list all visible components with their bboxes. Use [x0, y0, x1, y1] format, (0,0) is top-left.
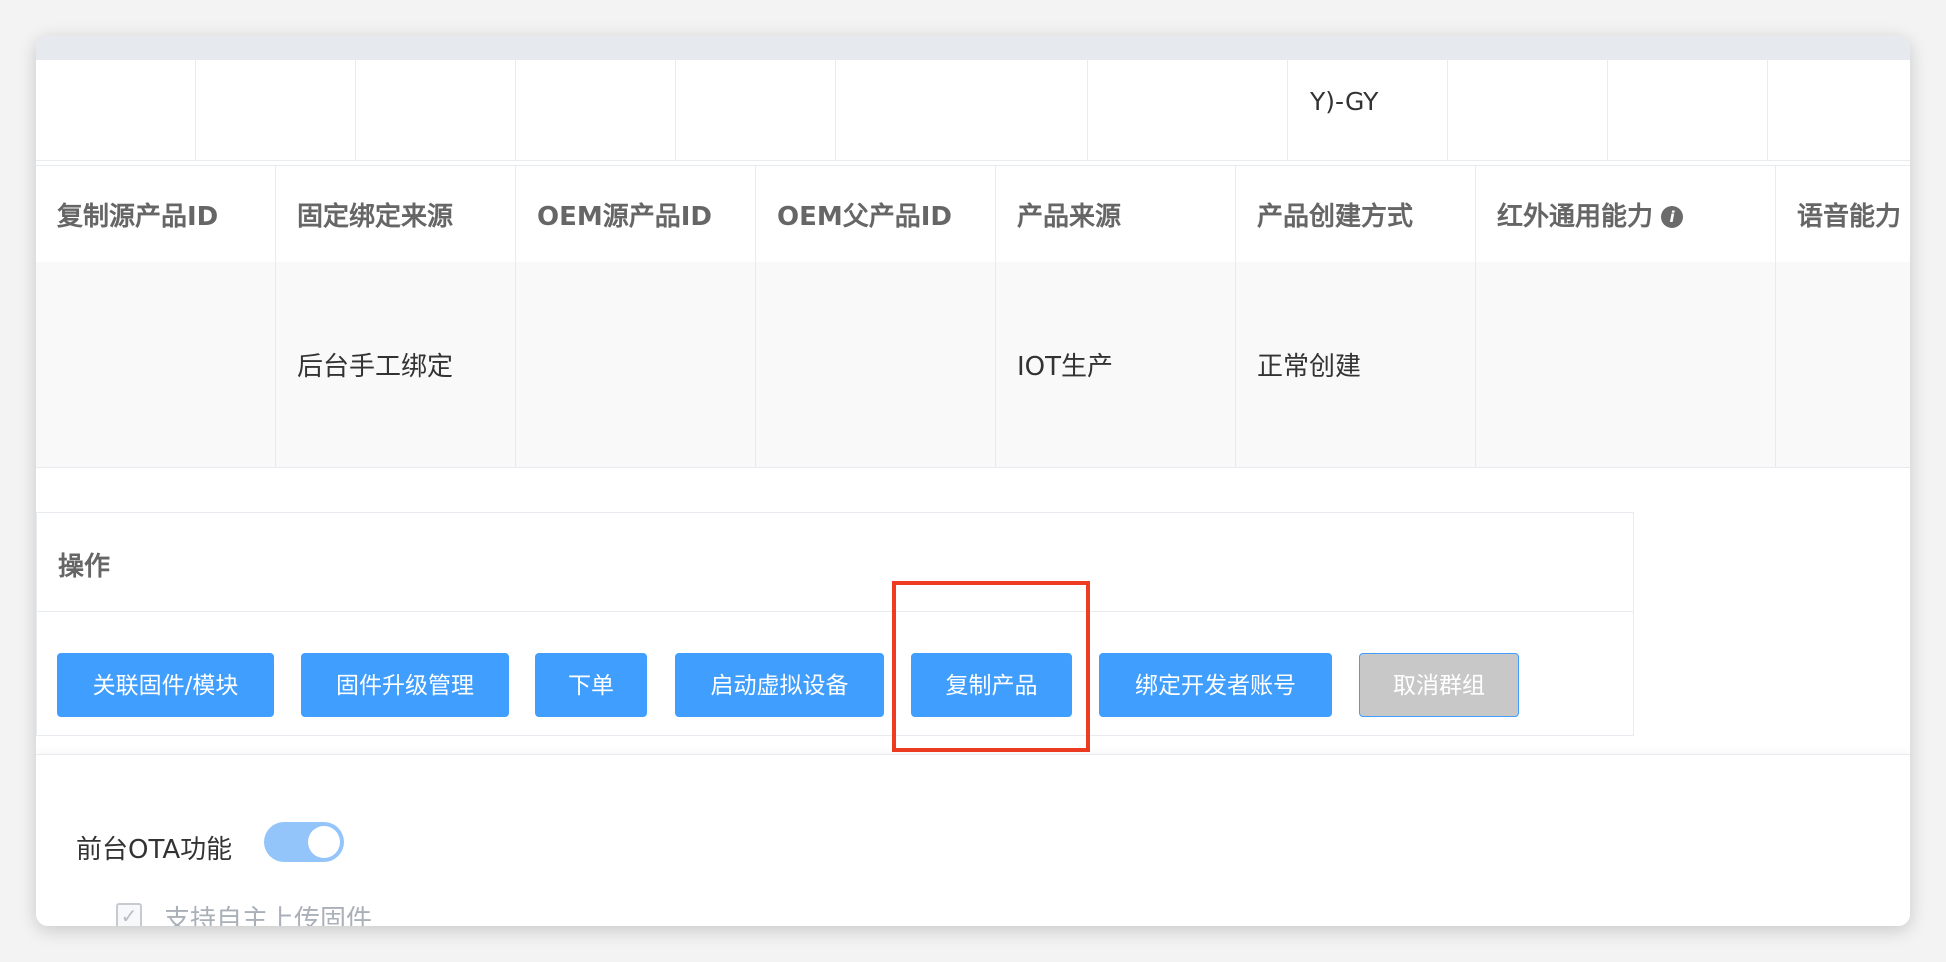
column-header-copy-source-id: 复制源产品ID [36, 166, 276, 262]
table-cell: 正常创建 [1236, 262, 1476, 467]
info-icon[interactable]: i [1661, 206, 1684, 228]
checkbox-label: 支持自主上传固件 [164, 905, 373, 926]
place-order-button[interactable]: 下单 [535, 653, 647, 717]
column-header-product-source: 产品来源 [996, 166, 1236, 262]
firmware-upgrade-management-button[interactable]: 固件升级管理 [301, 653, 509, 717]
link-firmware-module-button[interactable]: 关联固件/模块 [57, 653, 274, 717]
toggle-knob [308, 826, 340, 858]
check-icon: ✓ [120, 904, 138, 926]
top-table-cell [516, 60, 676, 160]
bind-developer-account-button[interactable]: 绑定开发者账号 [1099, 653, 1332, 717]
table-cell [516, 262, 756, 467]
top-table-cell [836, 60, 1088, 160]
copy-product-button[interactable]: 复制产品 [911, 653, 1072, 717]
top-table-cell: Y)-GY [1288, 60, 1448, 160]
upload-firmware-checkbox[interactable]: ✓ [116, 903, 142, 926]
column-header-label: 产品创建方式 [1257, 202, 1414, 232]
top-table-cell [1088, 60, 1288, 160]
app-window: Y)-GY 复制源产品ID 固定绑定来源 OEM源产品ID OEM父产品ID 产… [36, 36, 1910, 926]
column-header-label: 复制源产品ID [57, 202, 219, 232]
operations-title: 操作 [58, 552, 111, 582]
operations-panel: 操作 关联固件/模块 固件升级管理 下单 启动虚拟设备 复制产品 绑定开发者账号… [36, 512, 1634, 736]
column-header-ir-capability: 红外通用能力 i [1476, 166, 1776, 262]
table-cell: IOT生产 [996, 262, 1236, 467]
column-header-label: 固定绑定来源 [297, 202, 454, 232]
product-table-header: 复制源产品ID 固定绑定来源 OEM源产品ID OEM父产品ID 产品来源 产品… [36, 165, 1910, 263]
table-cell [1476, 262, 1776, 467]
column-header-creation-method: 产品创建方式 [1236, 166, 1476, 262]
top-table-cell-text: Y)-GY [1310, 87, 1379, 116]
column-header-label: 语音能力 [1797, 202, 1902, 232]
table-cell: 后台手工绑定 [276, 262, 516, 467]
cancel-group-button[interactable]: 取消群组 [1359, 653, 1519, 717]
column-header-oem-source-id: OEM源产品ID [516, 166, 756, 262]
table-row: 后台手工绑定 IOT生产 正常创建 [36, 262, 1910, 468]
table-cell-value: 正常创建 [1257, 352, 1362, 382]
column-header-label: OEM父产品ID [777, 202, 952, 232]
table-cell [1776, 262, 1910, 467]
column-header-binding-source: 固定绑定来源 [276, 166, 516, 262]
column-header-label: OEM源产品ID [537, 202, 712, 232]
table-cell-value: 后台手工绑定 [297, 352, 454, 382]
table-cell [756, 262, 996, 467]
column-header-voice-capability: 语音能力 [1776, 166, 1910, 262]
ota-settings-card: 前台OTA功能 ✓ 支持自主上传固件 [36, 754, 1910, 926]
column-header-oem-parent-id: OEM父产品ID [756, 166, 996, 262]
table-cell [36, 262, 276, 467]
top-table-cell [1768, 60, 1910, 160]
top-table-cell [196, 60, 356, 160]
window-topbar [36, 36, 1910, 61]
top-table-cell [36, 60, 196, 160]
column-header-label: 红外通用能力 [1497, 202, 1654, 232]
start-virtual-device-button[interactable]: 启动虚拟设备 [675, 653, 884, 717]
top-table-cell [356, 60, 516, 160]
table-cell-value: IOT生产 [1017, 352, 1114, 382]
top-table-row: Y)-GY [36, 60, 1910, 161]
ota-toggle[interactable] [264, 822, 344, 862]
column-header-label-wrap: 红外通用能力 i [1497, 196, 1684, 233]
column-header-label: 产品来源 [1017, 202, 1122, 232]
top-table-cell [676, 60, 836, 160]
ota-label: 前台OTA功能 [76, 835, 233, 865]
divider [37, 611, 1633, 612]
top-table-cell [1608, 60, 1768, 160]
top-table-cell [1448, 60, 1608, 160]
